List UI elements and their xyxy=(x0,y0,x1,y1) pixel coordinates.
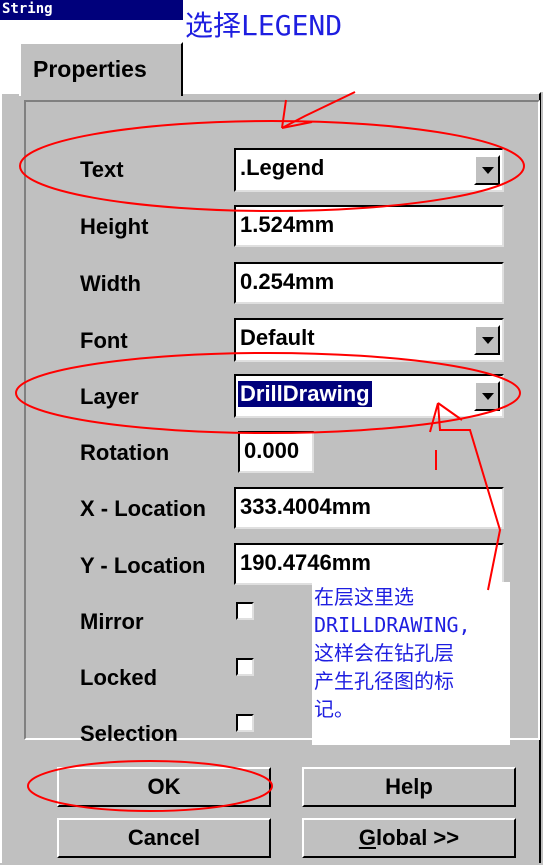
cancel-button[interactable]: Cancel xyxy=(57,818,271,858)
font-select[interactable]: Default xyxy=(234,318,504,362)
annotation-line-5: 记。 xyxy=(314,697,354,721)
x-location-input-value: 333.4004mm xyxy=(240,494,371,519)
width-label: Width xyxy=(80,271,141,296)
annotation-line-2: DRILLDRAWING, xyxy=(314,613,471,637)
global-button[interactable]: Global >> xyxy=(302,818,516,858)
selection-label: Selection xyxy=(80,721,178,746)
locked-checkbox[interactable] xyxy=(236,658,254,676)
y-location-input[interactable]: 190.4746mm xyxy=(234,543,504,585)
ok-button[interactable]: OK xyxy=(57,767,271,807)
y-location-input-value: 190.4746mm xyxy=(240,550,371,575)
rotation-input-value: 0.000 xyxy=(244,438,300,463)
chevron-down-icon[interactable] xyxy=(474,325,500,355)
rotation-input[interactable]: 0.000 xyxy=(238,431,314,473)
window-titlebar[interactable]: String xyxy=(0,0,183,20)
font-select-value: Default xyxy=(240,325,315,350)
text-label: Text xyxy=(80,157,124,182)
window-title: String xyxy=(2,1,53,17)
x-location-input[interactable]: 333.4004mm xyxy=(234,487,504,529)
text-select-value: .Legend xyxy=(240,155,325,180)
mirror-checkbox[interactable] xyxy=(236,602,254,620)
font-label: Font xyxy=(80,328,128,353)
mirror-label: Mirror xyxy=(80,609,144,634)
y-location-label: Y - Location xyxy=(80,553,206,578)
text-select[interactable]: .Legend xyxy=(234,148,504,192)
global-button-label: lobal >> xyxy=(375,825,460,850)
annotation-line-3: 这样会在钻孔层 xyxy=(314,641,454,665)
global-button-mnemonic: G xyxy=(358,825,376,850)
tab-properties[interactable]: Properties xyxy=(19,42,183,96)
locked-label: Locked xyxy=(80,665,158,690)
annotation-line-1: 在层这里选 xyxy=(314,585,414,609)
rotation-label: Rotation xyxy=(80,440,170,465)
selection-checkbox[interactable] xyxy=(236,714,254,732)
x-location-label: X - Location xyxy=(80,496,206,521)
layer-label: Layer xyxy=(80,384,139,409)
width-input[interactable]: 0.254mm xyxy=(234,262,504,304)
height-input-value: 1.524mm xyxy=(240,212,335,237)
height-input[interactable]: 1.524mm xyxy=(234,205,504,247)
layer-select-value: DrillDrawing xyxy=(238,381,372,407)
annotation-line-4: 产生孔径图的标 xyxy=(314,669,454,693)
chevron-down-icon[interactable] xyxy=(474,155,500,185)
annotation-side-note: 在层这里选 DRILLDRAWING, 这样会在钻孔层 产生孔径图的标 记。 xyxy=(312,582,510,745)
help-button[interactable]: Help xyxy=(302,767,516,807)
chevron-down-icon[interactable] xyxy=(474,381,500,411)
tab-properties-label: Properties xyxy=(33,56,147,82)
height-label: Height xyxy=(80,214,149,239)
annotation-top-note: 选择LEGEND xyxy=(185,9,343,42)
layer-select[interactable]: DrillDrawing xyxy=(234,374,504,418)
width-input-value: 0.254mm xyxy=(240,269,335,294)
